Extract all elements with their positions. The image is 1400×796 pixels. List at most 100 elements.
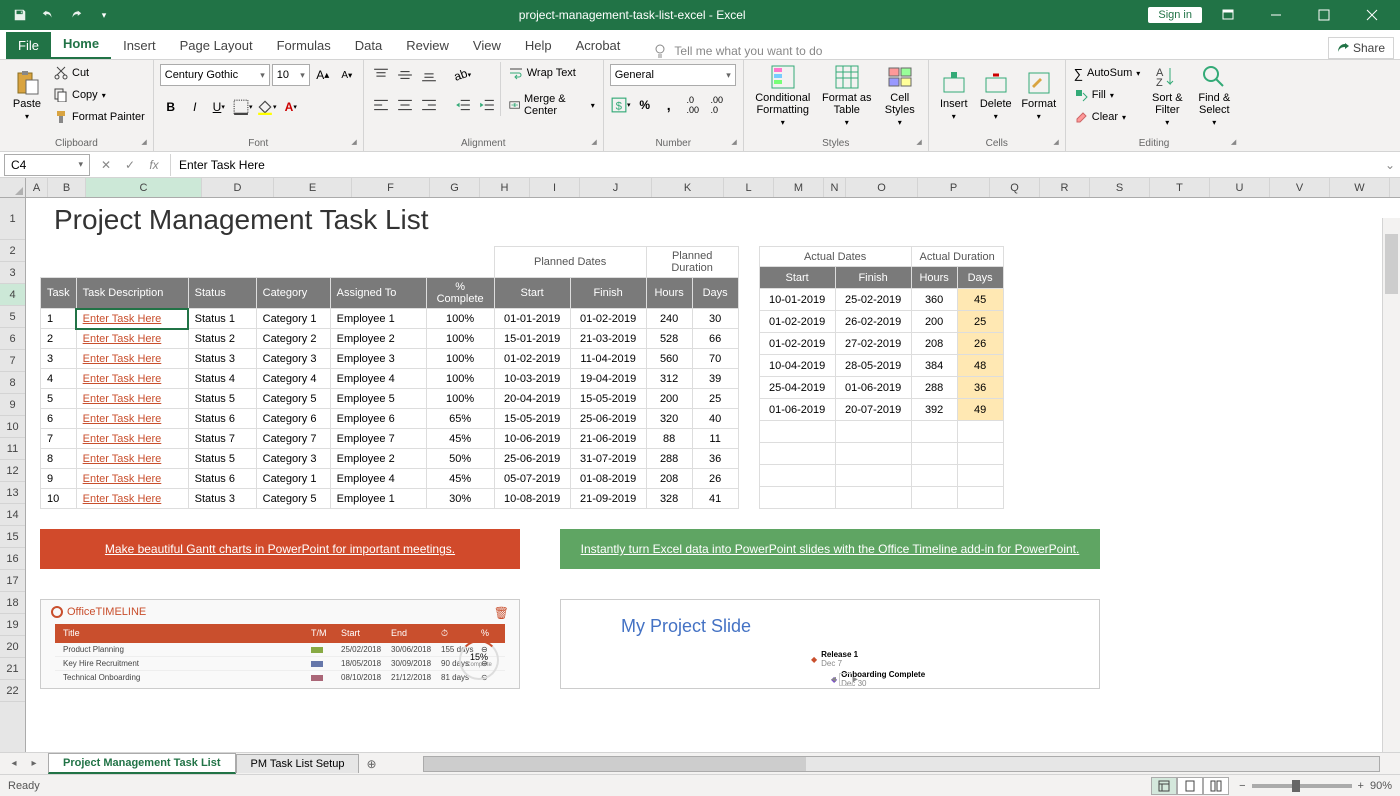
tab-acrobat[interactable]: Acrobat [564, 32, 633, 59]
task-link[interactable]: Enter Task Here [76, 389, 188, 409]
align-center-icon[interactable] [394, 94, 416, 116]
row-header-5[interactable]: 5 [0, 306, 25, 328]
column-header-V[interactable]: V [1270, 178, 1330, 197]
close-icon[interactable] [1350, 0, 1394, 30]
maximize-icon[interactable] [1302, 0, 1346, 30]
border-icon[interactable]: ▾ [232, 96, 254, 118]
increase-indent-icon[interactable] [476, 94, 498, 116]
merge-center-button[interactable]: Merge & Center▾ [505, 94, 599, 116]
tab-data[interactable]: Data [343, 32, 394, 59]
align-bottom-icon[interactable] [418, 64, 440, 86]
cell-styles-button[interactable]: Cell Styles▾ [876, 62, 924, 128]
task-link[interactable]: Enter Task Here [76, 489, 188, 509]
clear-button[interactable]: Clear▾ [1070, 106, 1145, 128]
row-header-2[interactable]: 2 [0, 240, 25, 262]
view-normal-icon[interactable] [1151, 777, 1177, 795]
column-header-P[interactable]: P [918, 178, 990, 197]
row-header-6[interactable]: 6 [0, 328, 25, 350]
column-header-L[interactable]: L [724, 178, 774, 197]
column-header-B[interactable]: B [48, 178, 86, 197]
orientation-icon[interactable]: ab▾ [452, 64, 474, 86]
redo-icon[interactable] [64, 3, 88, 27]
column-header-D[interactable]: D [202, 178, 274, 197]
column-header-O[interactable]: O [846, 178, 918, 197]
row-header-15[interactable]: 15 [0, 526, 25, 548]
comma-format-icon[interactable]: , [658, 94, 680, 116]
save-icon[interactable] [8, 3, 32, 27]
tab-insert[interactable]: Insert [111, 32, 168, 59]
wrap-text-button[interactable]: Wrap Text [505, 62, 599, 84]
zoom-in-icon[interactable]: + [1358, 780, 1364, 792]
tab-home[interactable]: Home [51, 30, 111, 59]
task-link[interactable]: Enter Task Here [76, 449, 188, 469]
signin-button[interactable]: Sign in [1148, 7, 1202, 23]
find-select-button[interactable]: Find & Select▾ [1190, 62, 1238, 128]
sheet-nav-prev-icon[interactable]: ◂ [6, 758, 22, 769]
column-header-R[interactable]: R [1040, 178, 1090, 197]
sheet-nav-next-icon[interactable]: ▸ [26, 758, 42, 769]
task-link[interactable]: Enter Task Here [76, 429, 188, 449]
column-header-C[interactable]: C [86, 178, 202, 197]
row-header-21[interactable]: 21 [0, 658, 25, 680]
cut-button[interactable]: Cut [50, 62, 149, 84]
row-header-10[interactable]: 10 [0, 416, 25, 438]
insert-cells-button[interactable]: Insert▾ [933, 62, 975, 128]
column-header-J[interactable]: J [580, 178, 652, 197]
select-all-corner[interactable] [0, 178, 26, 198]
tell-me-search[interactable]: Tell me what you want to do [652, 43, 822, 59]
format-cells-button[interactable]: Format▾ [1017, 62, 1061, 128]
view-page-layout-icon[interactable] [1177, 777, 1203, 795]
row-header-13[interactable]: 13 [0, 482, 25, 504]
sheet-tab-setup[interactable]: PM Task List Setup [236, 754, 360, 773]
align-middle-icon[interactable] [394, 64, 416, 86]
row-header-17[interactable]: 17 [0, 570, 25, 592]
undo-icon[interactable] [36, 3, 60, 27]
row-header-7[interactable]: 7 [0, 350, 25, 372]
decrease-indent-icon[interactable] [452, 94, 474, 116]
italic-icon[interactable]: I [184, 96, 206, 118]
row-header-1[interactable]: 1 [0, 198, 25, 240]
zoom-out-icon[interactable]: − [1239, 780, 1245, 792]
zoom-level[interactable]: 90% [1370, 780, 1392, 792]
tab-formulas[interactable]: Formulas [265, 32, 343, 59]
column-header-T[interactable]: T [1150, 178, 1210, 197]
tab-review[interactable]: Review [394, 32, 461, 59]
sheet-tab-main[interactable]: Project Management Task List [48, 753, 236, 774]
worksheet[interactable]: Project Management Task List Planned Dat… [26, 198, 1400, 752]
column-header-K[interactable]: K [652, 178, 724, 197]
column-header-F[interactable]: F [352, 178, 430, 197]
formula-input[interactable]: Enter Task Here [171, 158, 1380, 172]
tab-help[interactable]: Help [513, 32, 564, 59]
fill-color-icon[interactable]: ▾ [256, 96, 278, 118]
row-header-9[interactable]: 9 [0, 394, 25, 416]
copy-button[interactable]: Copy▾ [50, 84, 149, 106]
task-link[interactable]: Enter Task Here [76, 469, 188, 489]
task-link[interactable]: Enter Task Here [76, 329, 188, 349]
banner-timeline[interactable]: Instantly turn Excel data into PowerPoin… [560, 529, 1100, 569]
row-header-18[interactable]: 18 [0, 592, 25, 614]
column-header-M[interactable]: M [774, 178, 824, 197]
expand-formula-bar-icon[interactable]: ⌄ [1380, 158, 1400, 172]
row-header-3[interactable]: 3 [0, 262, 25, 284]
name-box[interactable]: C4 [4, 154, 90, 176]
column-header-W[interactable]: W [1330, 178, 1390, 197]
tab-file[interactable]: File [6, 32, 51, 59]
enter-formula-icon[interactable]: ✓ [118, 154, 142, 176]
font-color-icon[interactable]: A▾ [280, 96, 302, 118]
task-link[interactable]: Enter Task Here [76, 409, 188, 429]
view-page-break-icon[interactable] [1203, 777, 1229, 795]
fill-button[interactable]: Fill▾ [1070, 84, 1145, 106]
minimize-icon[interactable] [1254, 0, 1298, 30]
column-header-Q[interactable]: Q [990, 178, 1040, 197]
decrease-font-icon[interactable]: A▾ [336, 64, 358, 86]
cancel-formula-icon[interactable]: ✕ [94, 154, 118, 176]
banner-gantt[interactable]: Make beautiful Gantt charts in PowerPoin… [40, 529, 520, 569]
share-button[interactable]: Share [1328, 37, 1394, 59]
task-link[interactable]: Enter Task Here [76, 349, 188, 369]
column-header-G[interactable]: G [430, 178, 480, 197]
row-header-22[interactable]: 22 [0, 680, 25, 702]
zoom-slider[interactable] [1252, 784, 1352, 788]
align-top-icon[interactable] [370, 64, 392, 86]
vertical-scrollbar[interactable] [1382, 218, 1400, 752]
column-header-H[interactable]: H [480, 178, 530, 197]
